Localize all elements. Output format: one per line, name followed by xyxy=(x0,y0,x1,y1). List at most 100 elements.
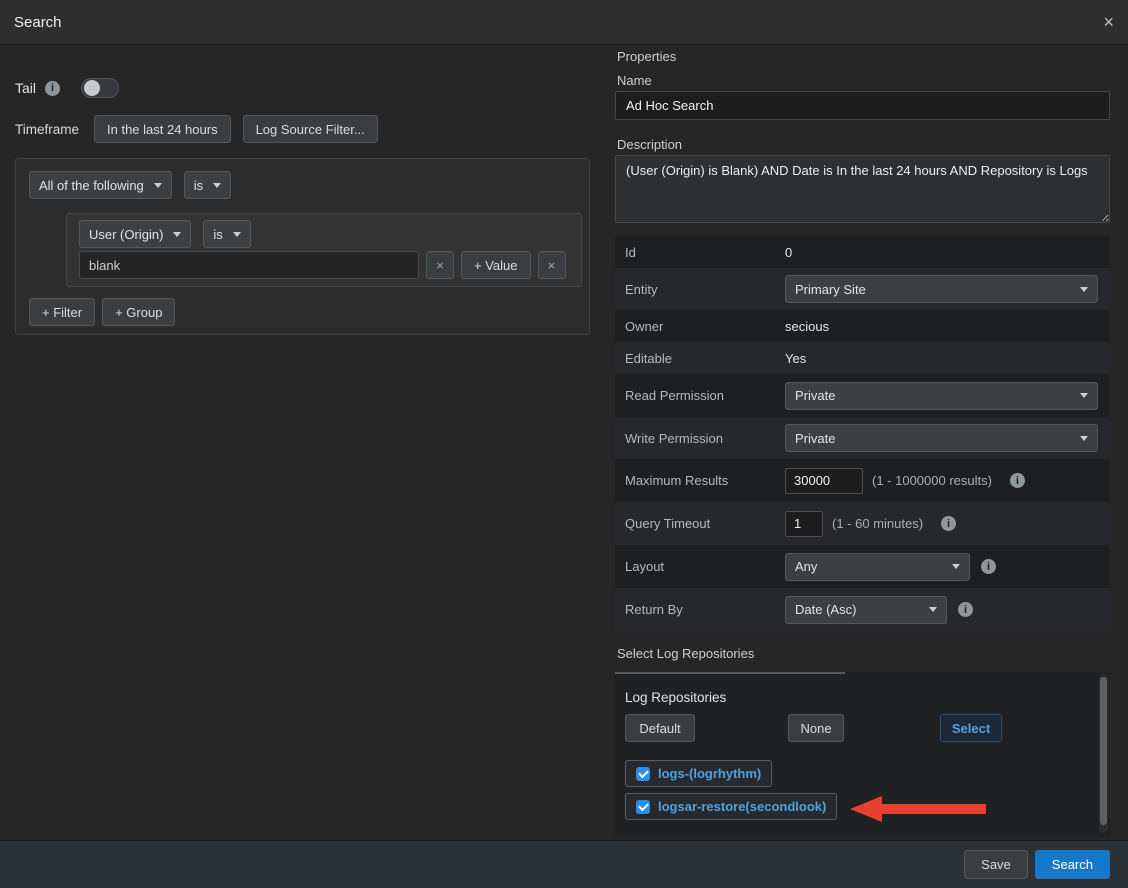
property-value: 0 xyxy=(785,245,792,260)
property-row-read-permission: Read Permission Private xyxy=(615,374,1110,417)
default-button[interactable]: Default xyxy=(625,714,695,742)
close-icon[interactable]: × xyxy=(1103,13,1114,31)
add-value-button[interactable]: + Value xyxy=(461,251,531,279)
write-permission-value: Private xyxy=(795,431,835,446)
filter-value-input[interactable] xyxy=(79,251,419,279)
log-repositories-box: Log Repositories Default None Select log… xyxy=(615,672,1110,837)
property-label: Query Timeout xyxy=(615,516,785,531)
property-row-return-by: Return By Date (Asc) xyxy=(615,588,1110,631)
tail-label: Tail xyxy=(15,80,36,96)
repo-item-logsar-restore-secondlook[interactable]: logsar-restore(secondlook) xyxy=(625,793,837,820)
properties-panel: Properties Name Description (User (Origi… xyxy=(615,45,1128,840)
tail-row: Tail xyxy=(15,78,119,98)
remove-value-button[interactable]: × xyxy=(426,251,454,279)
add-filter-button[interactable]: + Filter xyxy=(29,298,95,326)
add-group-button[interactable]: + Group xyxy=(102,298,175,326)
maximum-results-input[interactable] xyxy=(785,468,863,494)
none-button[interactable]: None xyxy=(788,714,844,742)
chevron-down-icon xyxy=(952,564,960,569)
chevron-down-icon xyxy=(233,232,241,237)
property-row-maximum-results: Maximum Results (1 - 1000000 results) xyxy=(615,459,1110,502)
properties-heading: Properties xyxy=(617,49,676,64)
repo-item-label: logs-(logrhythm) xyxy=(658,766,761,781)
save-button[interactable]: Save xyxy=(964,850,1028,879)
read-permission-value: Private xyxy=(795,388,835,403)
property-row-layout: Layout Any xyxy=(615,545,1110,588)
filter-field-row: User (Origin) is xyxy=(79,220,251,248)
property-label: Id xyxy=(615,245,785,260)
dialog-titlebar: Search × xyxy=(0,0,1128,45)
info-icon[interactable] xyxy=(941,516,956,531)
filter-group-box: All of the following is User (Origin) is xyxy=(15,158,590,335)
properties-table: Id 0 Entity Primary Site Owner secious E… xyxy=(615,236,1110,631)
repo-item-label: logsar-restore(secondlook) xyxy=(658,799,826,814)
chevron-down-icon xyxy=(213,183,221,188)
return-by-value: Date (Asc) xyxy=(795,602,856,617)
property-label: Editable xyxy=(615,351,785,366)
group-operator-dropdown[interactable]: All of the following xyxy=(29,171,172,199)
log-source-filter-button[interactable]: Log Source Filter... xyxy=(243,115,378,143)
property-label: Return By xyxy=(615,602,785,617)
property-value: Yes xyxy=(785,351,806,366)
description-textarea[interactable]: (User (Origin) is Blank) AND Date is In … xyxy=(615,155,1110,223)
chevron-down-icon xyxy=(173,232,181,237)
filter-condition-dropdown[interactable]: is xyxy=(203,220,250,248)
log-repositories-title: Log Repositories xyxy=(625,690,726,705)
filter-value-row: × + Value × xyxy=(79,251,566,279)
tail-toggle[interactable] xyxy=(81,78,119,98)
group-actions-row: + Filter + Group xyxy=(29,298,175,326)
info-icon[interactable] xyxy=(1010,473,1025,488)
search-button[interactable]: Search xyxy=(1035,850,1110,879)
info-icon[interactable] xyxy=(45,81,60,96)
chevron-down-icon xyxy=(929,607,937,612)
read-permission-dropdown[interactable]: Private xyxy=(785,382,1098,410)
property-label: Write Permission xyxy=(615,431,785,446)
query-builder-panel: Tail Timeframe In the last 24 hours Log … xyxy=(0,45,615,840)
property-row-owner: Owner secious xyxy=(615,310,1110,342)
group-operator-value: All of the following xyxy=(39,178,144,193)
name-label: Name xyxy=(617,73,652,88)
scrollbar-thumb[interactable] xyxy=(1100,677,1107,825)
scrollbar-track[interactable] xyxy=(1099,674,1108,833)
dialog-footer: Save Search xyxy=(0,840,1128,888)
select-button[interactable]: Select xyxy=(940,714,1002,742)
group-condition-value: is xyxy=(194,178,203,193)
query-timeout-input[interactable] xyxy=(785,511,823,537)
group-condition-dropdown[interactable]: is xyxy=(184,171,231,199)
timeframe-label: Timeframe xyxy=(15,122,94,137)
layout-dropdown[interactable]: Any xyxy=(785,553,970,581)
property-label: Owner xyxy=(615,319,785,334)
group-operator-row: All of the following is xyxy=(29,171,231,199)
property-row-query-timeout: Query Timeout (1 - 60 minutes) xyxy=(615,502,1110,545)
filter-condition-value: is xyxy=(213,227,222,242)
search-dialog: Search × Tail Timeframe In the last 24 h… xyxy=(0,0,1128,888)
maximum-results-hint: (1 - 1000000 results) xyxy=(872,473,992,488)
timeframe-button[interactable]: In the last 24 hours xyxy=(94,115,231,143)
property-value: secious xyxy=(785,319,829,334)
entity-dropdown[interactable]: Primary Site xyxy=(785,275,1098,303)
write-permission-dropdown[interactable]: Private xyxy=(785,424,1098,452)
repo-actions-row: Default None Select xyxy=(625,714,1002,742)
remove-filter-button[interactable]: × xyxy=(538,251,566,279)
property-label: Maximum Results xyxy=(615,473,785,488)
repo-item-logs-logrhythm[interactable]: logs-(logrhythm) xyxy=(625,760,772,787)
property-label: Read Permission xyxy=(615,388,785,403)
toggle-knob xyxy=(84,80,100,96)
entity-value: Primary Site xyxy=(795,282,866,297)
chevron-down-icon xyxy=(154,183,162,188)
checkbox-checked-icon[interactable] xyxy=(636,800,650,814)
property-label: Layout xyxy=(615,559,785,574)
filter-field-dropdown[interactable]: User (Origin) xyxy=(79,220,191,248)
query-timeout-hint: (1 - 60 minutes) xyxy=(832,516,923,531)
chevron-down-icon xyxy=(1080,393,1088,398)
chevron-down-icon xyxy=(1080,287,1088,292)
chevron-down-icon xyxy=(1080,436,1088,441)
property-row-id: Id 0 xyxy=(615,236,1110,268)
page-title: Search xyxy=(14,14,62,31)
info-icon[interactable] xyxy=(958,602,973,617)
name-input[interactable] xyxy=(615,91,1110,120)
return-by-dropdown[interactable]: Date (Asc) xyxy=(785,596,947,624)
checkbox-checked-icon[interactable] xyxy=(636,767,650,781)
info-icon[interactable] xyxy=(981,559,996,574)
property-row-editable: Editable Yes xyxy=(615,342,1110,374)
